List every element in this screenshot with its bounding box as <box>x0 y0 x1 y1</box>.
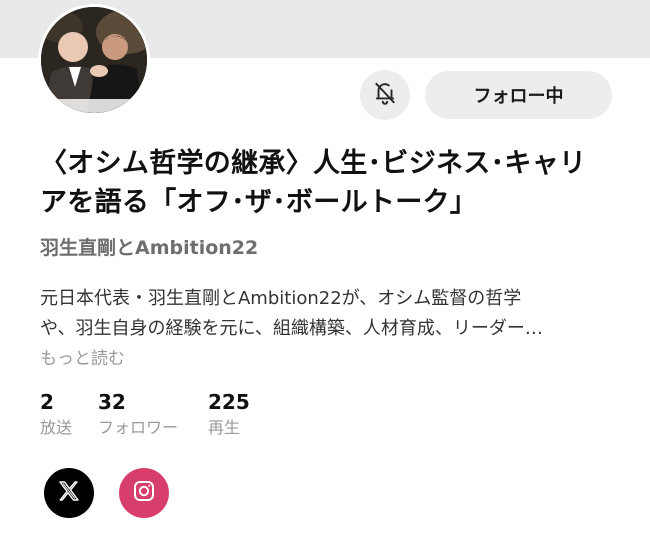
stat-label: フォロワー <box>98 418 179 437</box>
author-link[interactable]: 羽生直剛とAmbition22 <box>40 233 258 260</box>
stat-value: 32 <box>98 390 126 414</box>
stat-plays: 225 再生 <box>208 390 250 440</box>
stat-value: 225 <box>208 390 250 414</box>
show-description: 元日本代表・羽生直剛とAmbition22が、オシム監督の哲学 や、羽生自身の経… <box>40 284 615 344</box>
read-more-link[interactable]: もっと読む <box>40 344 125 369</box>
instagram-icon <box>132 479 156 507</box>
x-profile-button[interactable] <box>44 468 94 518</box>
avatar-photo <box>41 7 147 113</box>
stat-label: 再生 <box>208 418 241 437</box>
show-title-line-1: 〈オシム哲学の継承〉人生･ビジネス･キャリ <box>40 148 587 179</box>
show-title: 〈オシム哲学の継承〉人生･ビジネス･キャリ アを語る「オフ･ザ･ボールトーク」 <box>40 144 625 222</box>
stat-followers[interactable]: 32 フォロワー <box>98 390 178 440</box>
mute-notifications-button[interactable] <box>360 70 410 120</box>
stat-value: 2 <box>40 390 54 414</box>
description-line-1: 元日本代表・羽生直剛とAmbition22が、オシム監督の哲学 <box>40 288 522 309</box>
avatar[interactable] <box>38 4 150 116</box>
stat-label: 放送 <box>40 418 73 437</box>
description-line-2: や、羽生自身の経験を元に、組織構築、人材育成、リーダー… <box>40 318 543 339</box>
podcast-profile-page: フォロー中 〈オシム哲学の継承〉人生･ビジネス･キャリ アを語る「オフ･ザ･ボー… <box>0 0 650 535</box>
instagram-profile-button[interactable] <box>119 468 169 518</box>
bell-slash-icon <box>372 80 398 110</box>
show-title-line-2: アを語る「オフ･ザ･ボールトーク」 <box>40 187 478 218</box>
x-logo-icon <box>57 479 81 507</box>
following-button[interactable]: フォロー中 <box>425 71 612 119</box>
stat-episodes: 2 放送 <box>40 390 72 440</box>
